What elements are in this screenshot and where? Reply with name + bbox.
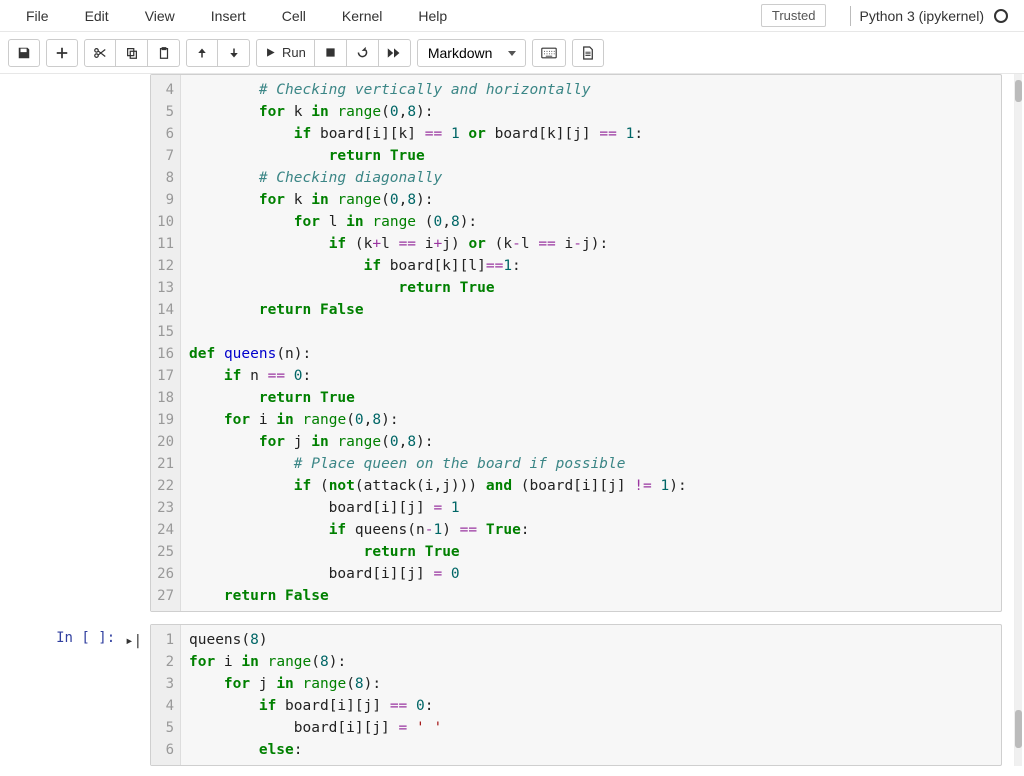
kernel-name: Python 3 (ipykernel) (859, 6, 984, 26)
arrow-down-icon (228, 47, 240, 59)
menu-insert[interactable]: Insert (193, 2, 264, 30)
fast-forward-icon (387, 47, 401, 59)
plus-icon (55, 46, 69, 60)
menu-file[interactable]: File (8, 2, 67, 30)
trusted-indicator[interactable]: Trusted (761, 4, 827, 27)
menubar: File Edit View Insert Cell Kernel Help T… (0, 0, 1024, 32)
menu-view[interactable]: View (127, 2, 193, 30)
scrollbar-vertical[interactable] (1014, 74, 1022, 766)
scrollbar-thumb[interactable] (1015, 80, 1022, 102)
move-down-button[interactable] (218, 39, 250, 67)
menu-kernel[interactable]: Kernel (324, 2, 400, 30)
restart-run-all-button[interactable] (379, 39, 411, 67)
menu-help[interactable]: Help (400, 2, 465, 30)
code-cell[interactable]: 4567891011121314151617181920212223242526… (0, 74, 1012, 612)
line-number-gutter: 123456 (151, 625, 181, 765)
arrow-up-icon (196, 47, 208, 59)
kernel-status-icon (994, 9, 1008, 23)
document-icon (582, 46, 594, 60)
command-palette-button[interactable] (532, 39, 566, 67)
save-button[interactable] (8, 39, 40, 67)
stop-icon (325, 47, 336, 58)
run-button[interactable]: Run (256, 39, 315, 67)
cell-type-select[interactable]: Markdown (417, 39, 526, 67)
interrupt-button[interactable] (315, 39, 347, 67)
scissors-icon (93, 46, 107, 60)
menu-cell[interactable]: Cell (264, 2, 324, 30)
copy-button[interactable] (116, 39, 148, 67)
cell-input-area[interactable]: 123456queens(8)for i in range(8): for j … (150, 624, 1002, 766)
code-editor[interactable]: # Checking vertically and horizontally f… (181, 75, 1001, 611)
open-file-button[interactable] (572, 39, 604, 67)
toolbar: Run Markdown (0, 32, 1024, 74)
copy-icon (125, 46, 139, 60)
cell-input-area[interactable]: 4567891011121314151617181920212223242526… (150, 74, 1002, 612)
kernel-indicator[interactable]: Python 3 (ipykernel) (850, 6, 1016, 26)
line-number-gutter: 4567891011121314151617181920212223242526… (151, 75, 181, 611)
clipboard-icon (157, 46, 171, 60)
scrollbar-thumb[interactable] (1015, 710, 1022, 748)
save-icon (17, 46, 31, 60)
restart-button[interactable] (347, 39, 379, 67)
cell-prompt (0, 74, 150, 612)
insert-cell-button[interactable] (46, 39, 78, 67)
notebook-area[interactable]: 4567891011121314151617181920212223242526… (0, 74, 1012, 776)
refresh-icon (356, 46, 369, 59)
cut-button[interactable] (84, 39, 116, 67)
keyboard-icon (541, 47, 557, 59)
paste-button[interactable] (148, 39, 180, 67)
cell-prompt: In [ ]:▸| (0, 624, 150, 766)
run-cell-icon[interactable]: ▸| (125, 630, 142, 652)
play-icon (265, 47, 276, 58)
run-label: Run (282, 45, 306, 60)
move-up-button[interactable] (186, 39, 218, 67)
code-editor[interactable]: queens(8)for i in range(8): for j in ran… (181, 625, 1001, 765)
code-cell[interactable]: In [ ]:▸|123456queens(8)for i in range(8… (0, 624, 1012, 766)
menu-edit[interactable]: Edit (67, 2, 127, 30)
